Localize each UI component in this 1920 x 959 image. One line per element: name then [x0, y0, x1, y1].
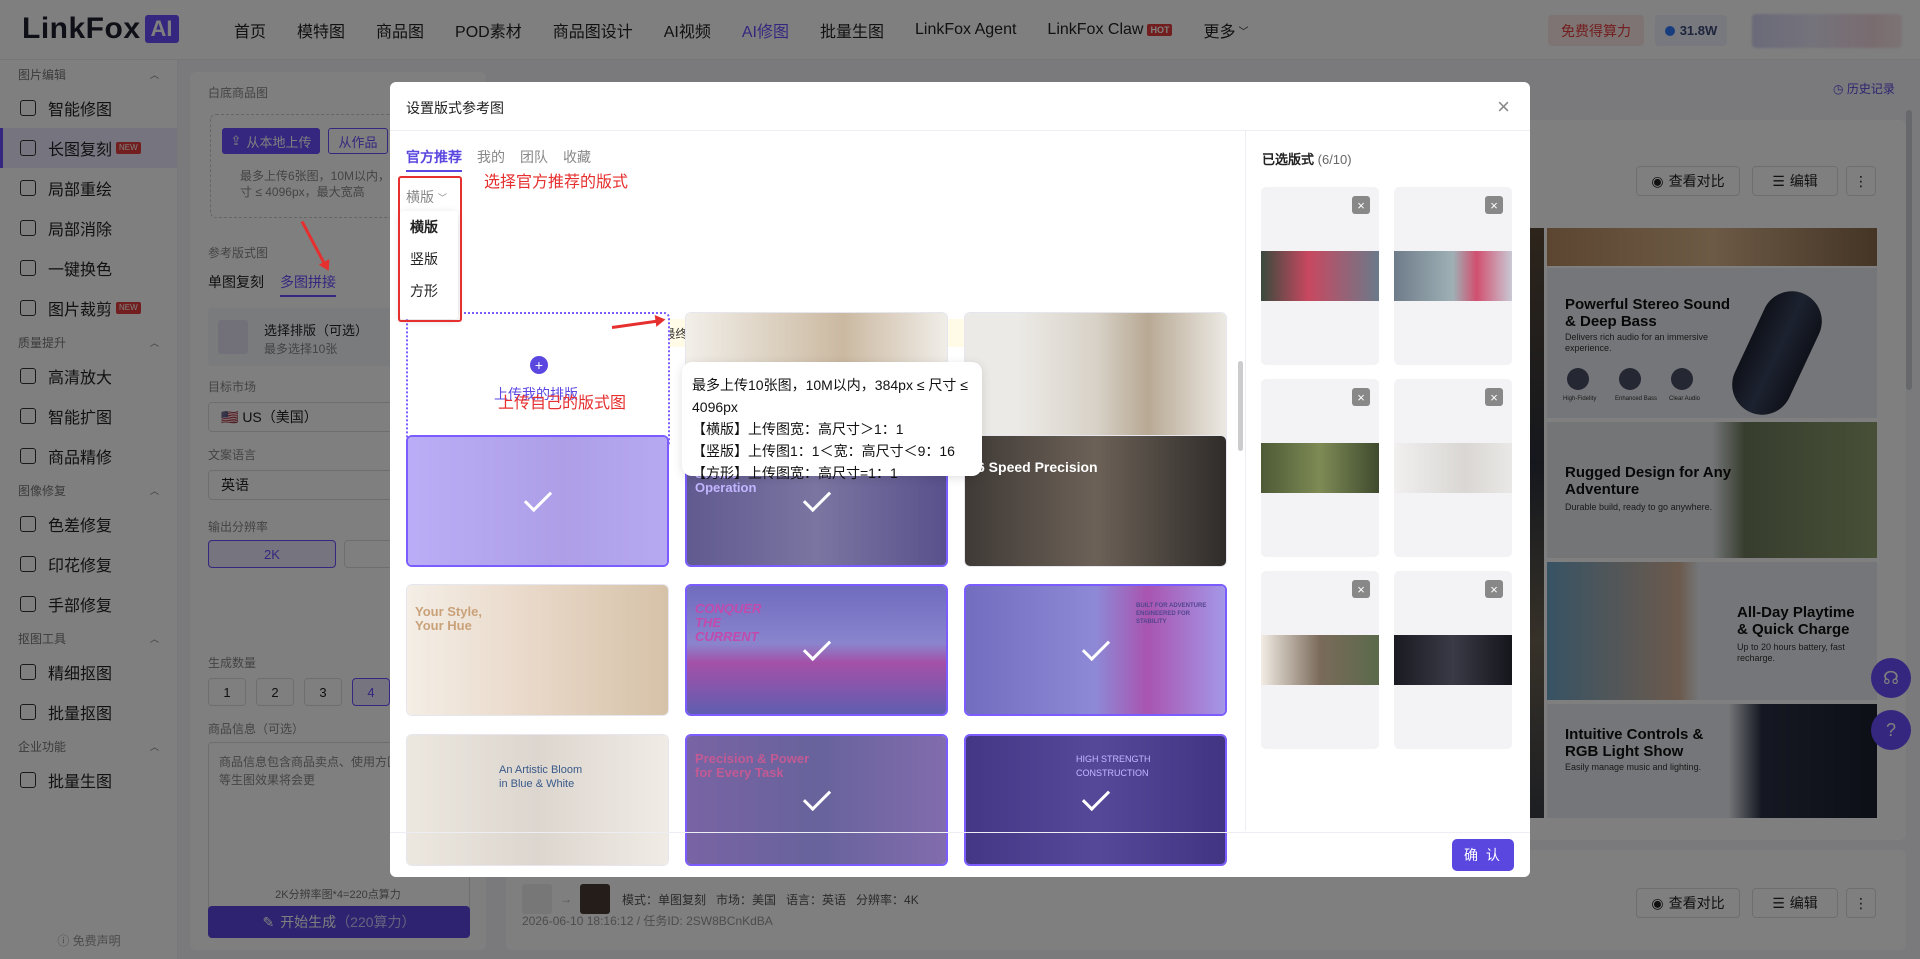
annotation-upload: 上传自己的版式图 [498, 395, 627, 412]
upload-rules-tooltip: 最多上传10张图，10M以内，384px ≤ 尺寸 ≤ 4096px 【横版】上… [682, 362, 982, 481]
annotation-official: 选择官方推荐的版式 [484, 174, 629, 191]
plus-icon: + [530, 356, 548, 374]
layout-tile-1-3[interactable] [964, 312, 1227, 444]
layout-modal: 设置版式参考图 × 官方推荐 我的 团队 收藏 选择官方推荐的版式 最多可选10… [390, 82, 1530, 877]
library-scrollbar[interactable] [1238, 361, 1243, 451]
selected-slot-3[interactable]: × [1261, 379, 1379, 557]
confirm-button[interactable]: 确 认 [1452, 839, 1514, 871]
remove-icon[interactable]: × [1485, 388, 1503, 406]
selected-layouts-panel: 已选版式 (6/10) × × × × × × [1245, 131, 1530, 831]
selected-slot-1[interactable]: × [1261, 187, 1379, 365]
remove-icon[interactable]: × [1352, 388, 1370, 406]
selected-slot-2[interactable]: × [1394, 187, 1512, 365]
selected-slot-6[interactable]: × [1394, 571, 1512, 749]
annotation-box-orientation [398, 176, 462, 322]
tab-official[interactable]: 官方推荐 [406, 147, 462, 172]
close-icon[interactable]: × [1497, 96, 1510, 118]
remove-icon[interactable]: × [1485, 580, 1503, 598]
layout-tile-3-3[interactable]: BUILT FOR ADVENTURE ENGINEERED FOR STABI… [964, 584, 1227, 716]
layout-tile-3-1[interactable]: Your Style, Your Hue [406, 584, 669, 716]
modal-footer [390, 832, 1530, 877]
selected-slot-4[interactable]: × [1394, 379, 1512, 557]
layout-tile-2-3[interactable]: 6 Speed Precision [964, 435, 1227, 567]
layout-library: 官方推荐 我的 团队 收藏 选择官方推荐的版式 最多可选10个排版，排版不限制画… [390, 131, 1245, 866]
selected-title: 已选版式 (6/10) [1262, 152, 1352, 167]
remove-icon[interactable]: × [1485, 196, 1503, 214]
layout-tile-3-2[interactable]: CONQUER THE CURRENT [685, 584, 948, 716]
selected-slot-5[interactable]: × [1261, 571, 1379, 749]
remove-icon[interactable]: × [1352, 580, 1370, 598]
remove-icon[interactable]: × [1352, 196, 1370, 214]
modal-title: 设置版式参考图 [406, 100, 504, 116]
upload-layout-tile[interactable]: + 上传我的排版 [406, 312, 670, 448]
layout-tile-2-1[interactable] [406, 435, 669, 567]
